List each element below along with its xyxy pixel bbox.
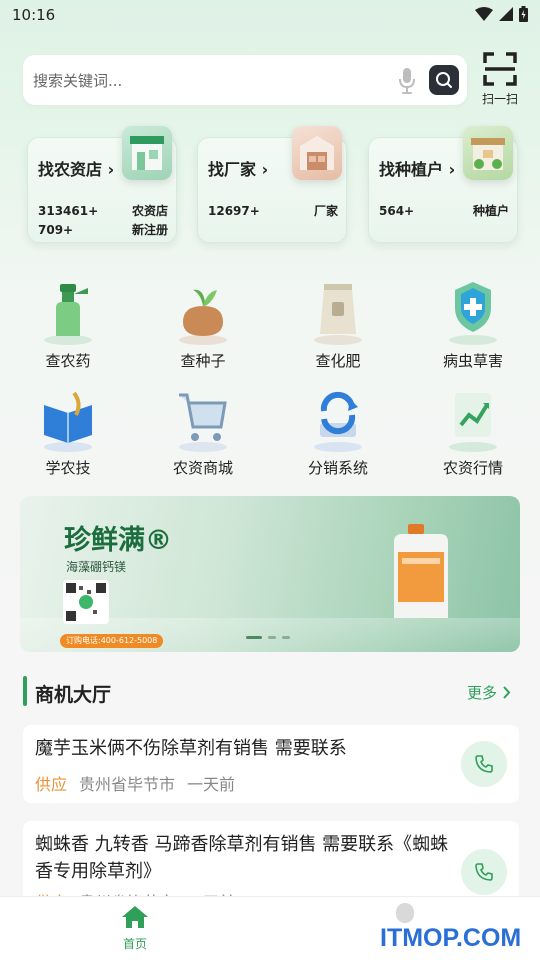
feature-pesticide[interactable]: 查农药	[13, 278, 123, 378]
post-location: 贵州省毕节市	[79, 775, 176, 794]
status-bar: 10:16	[0, 0, 540, 30]
feature-fertilizer[interactable]: 查化肥	[283, 278, 393, 378]
qr-code-icon	[63, 580, 109, 624]
product-bottle-icon	[394, 524, 448, 618]
banner-title: 珍鲜满®	[64, 525, 172, 556]
shopping-cart-icon	[179, 393, 227, 452]
feature-label: 查种子	[180, 352, 226, 370]
post-time: 一天前	[187, 775, 236, 794]
find-grower-card[interactable]: 找种植户 › 564+ 种植户	[368, 126, 518, 243]
find-store-card[interactable]: 找农资店 › 313461+ 农资店 709+ 新注册	[27, 126, 177, 243]
fertilizer-bag-icon	[314, 284, 362, 345]
feature-mall[interactable]: 农资商城	[148, 385, 258, 485]
call-button[interactable]	[461, 849, 507, 895]
banner-subtitle: 海藻硼钙镁	[66, 560, 127, 574]
find-factory-title: 找厂家 ›	[208, 160, 269, 179]
search-icon	[436, 72, 452, 88]
section-title: 商机大厅	[35, 684, 112, 706]
feature-label: 病虫草害	[442, 352, 503, 370]
find-grower-title: 找种植户 ›	[379, 160, 456, 179]
tab-icon[interactable]	[396, 903, 414, 923]
feature-label: 查农药	[45, 352, 91, 370]
refresh-cycle-icon	[314, 391, 362, 452]
scan-button[interactable]: 扫一扫	[474, 50, 526, 108]
phone-icon	[475, 755, 493, 773]
book-icon	[44, 391, 92, 452]
more-link[interactable]: 更多	[467, 682, 511, 703]
feature-label: 农资行情	[442, 459, 503, 477]
feature-market[interactable]: 农资行情	[418, 385, 528, 485]
home-icon	[122, 906, 148, 928]
find-factory-stats: 12697+ 厂家	[208, 204, 338, 218]
call-button[interactable]	[461, 741, 507, 787]
banner-pagination	[246, 636, 290, 639]
business-post[interactable]: 蜘蛛香 九转香 马蹄香除草剂有销售 需要联系《蜘蛛香专用除草剂》 供应 贵州省毕…	[23, 821, 519, 912]
store-building-icon	[122, 126, 172, 180]
find-factory-card[interactable]: 找厂家 › 12697+ 厂家	[197, 126, 347, 243]
feature-pest-disease[interactable]: 病虫草害	[418, 278, 528, 378]
chevron-right-icon	[503, 686, 511, 699]
signal-icon	[499, 7, 513, 21]
banner-dot	[246, 636, 262, 639]
banner-phone: 订购电话:400-612-5008	[60, 634, 164, 648]
feature-label: 查化肥	[315, 352, 361, 370]
post-meta: 供应 贵州省毕节市 一天前	[35, 771, 235, 795]
post-title: 蜘蛛香 九转香 马蹄香除草剂有销售 需要联系《蜘蛛香专用除草剂》	[35, 834, 449, 882]
feature-distribution[interactable]: 分销系统	[283, 385, 393, 485]
post-title: 魔芋玉米俩不伤除草剂有销售 需要联系	[35, 738, 347, 759]
feature-label: 分销系统	[307, 459, 368, 477]
feature-learn-tech[interactable]: 学农技	[13, 385, 123, 485]
more-label: 更多	[467, 684, 498, 702]
find-grower-stats: 564+ 种植户	[379, 204, 509, 218]
find-store-title: 找农资店 ›	[38, 160, 115, 179]
tab-home-label: 首页	[122, 937, 147, 951]
promo-banner[interactable]: 珍鲜满® 海藻硼钙镁 订购电话:400-612-5008	[20, 496, 520, 652]
scan-label: 扫一扫	[481, 92, 518, 106]
watermark: ITMOP.COM	[380, 924, 522, 952]
find-store-stats: 313461+ 农资店 709+ 新注册	[38, 204, 168, 237]
tab-home[interactable]: 首页	[110, 905, 160, 952]
feature-label: 学农技	[45, 459, 91, 477]
search-button[interactable]	[429, 65, 459, 95]
feature-seed[interactable]: 查种子	[148, 278, 258, 378]
search-input[interactable]: 搜索关键词...	[33, 70, 122, 91]
banner-dot	[268, 636, 276, 639]
scan-icon	[483, 52, 517, 86]
battery-icon	[519, 6, 528, 22]
factory-building-icon	[292, 126, 342, 180]
search-bar[interactable]: 搜索关键词...	[23, 55, 467, 105]
status-time: 10:16	[12, 6, 56, 24]
feature-label: 农资商城	[172, 459, 233, 477]
pesticide-spray-icon	[44, 284, 92, 345]
status-icons	[475, 6, 528, 22]
plant-shield-icon	[449, 282, 497, 345]
microphone-icon[interactable]	[397, 67, 417, 95]
business-post[interactable]: 魔芋玉米俩不伤除草剂有销售 需要联系 供应 贵州省毕节市 一天前	[23, 725, 519, 803]
trend-chart-icon	[449, 393, 497, 452]
seed-bag-icon	[179, 289, 227, 345]
grower-shop-icon	[463, 126, 513, 180]
wifi-icon	[475, 7, 493, 21]
post-type: 供应	[35, 775, 68, 794]
section-accent-bar	[23, 676, 27, 706]
banner-dot	[282, 636, 290, 639]
phone-icon	[475, 863, 493, 881]
